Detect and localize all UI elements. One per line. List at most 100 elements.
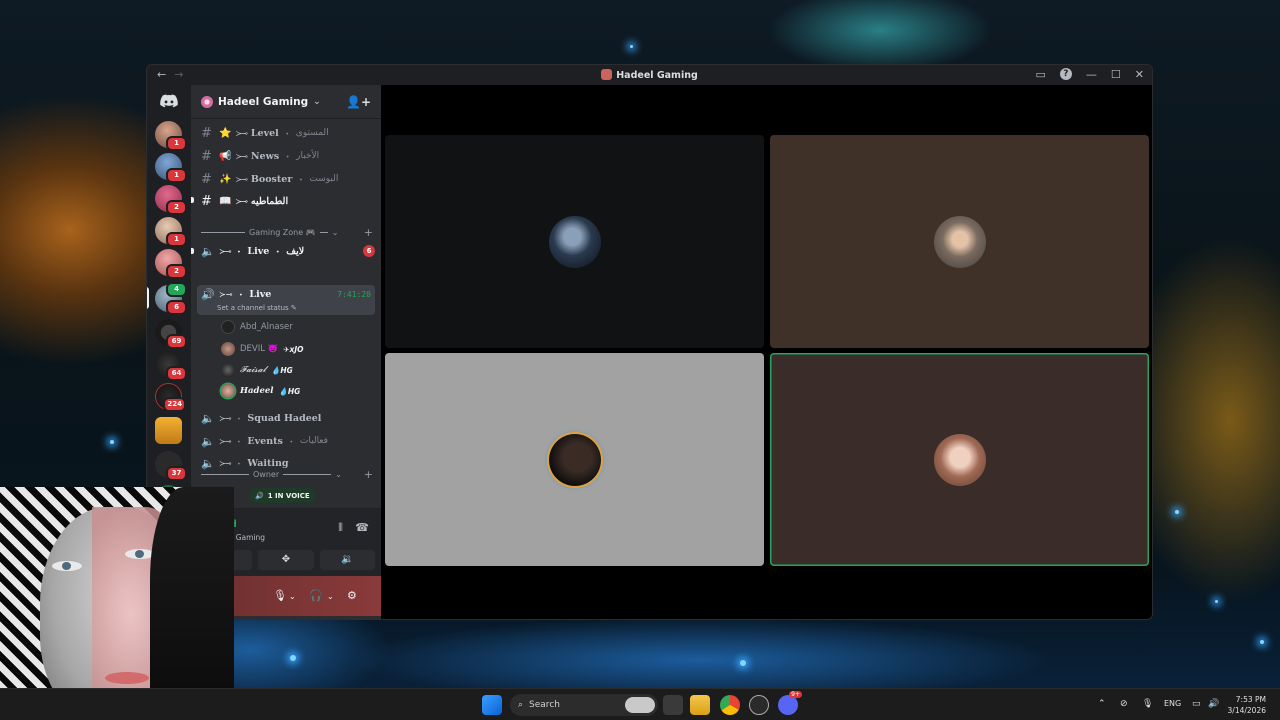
clock[interactable]: 7:53 PM 3/14/2026 [1228, 694, 1266, 716]
inbox-icon[interactable]: ▭ [1036, 68, 1046, 81]
steam-icon[interactable] [749, 695, 769, 715]
server-header[interactable]: Hadeel Gaming ⌄ 👤+ [191, 85, 381, 119]
server-icon[interactable]: 69 [155, 319, 187, 349]
server-icon[interactable]: 2 [155, 249, 187, 279]
headphones-icon[interactable]: 🎧 [309, 589, 323, 602]
server-icon[interactable]: 37 [155, 451, 187, 481]
noise-suppression-icon[interactable]: ⦀ [338, 521, 343, 535]
arrow-decoration: ≻⊸ [235, 151, 247, 161]
bg-glow [1260, 640, 1264, 644]
speaker-icon: 🔊 [255, 491, 264, 500]
task-view-icon[interactable] [663, 695, 683, 715]
chevron-down-icon[interactable]: ⌄ [289, 592, 296, 601]
chevron-up-icon[interactable]: ⌃ [1098, 699, 1106, 709]
text-channel[interactable]: # ✨ ≻⊸ Booster ・ البوست [197, 169, 375, 189]
speaker-icon: 🔈 [201, 411, 215, 425]
hash-icon: # [201, 148, 212, 164]
invite-people-icon[interactable]: 👤+ [346, 95, 371, 109]
file-explorer-icon[interactable] [690, 695, 710, 715]
help-icon[interactable]: ? [1059, 68, 1072, 80]
add-channel-icon[interactable]: + [364, 468, 373, 481]
voice-member[interactable]: 𝓕𝓪𝓲𝓼𝓪𝓵 💧HG [221, 361, 293, 379]
avatar [548, 215, 601, 268]
unread-badge: 2 [166, 264, 187, 279]
server-icon[interactable]: 64 [155, 351, 187, 381]
hash-icon: # [201, 193, 212, 209]
unread-badge: 1 [166, 136, 187, 151]
title-bar: ← → Hadeel Gaming ▭ ? — ☐ ✕ [147, 65, 1152, 85]
speaker-icon: 🔈 [201, 244, 215, 258]
add-channel-icon[interactable]: + [364, 226, 373, 239]
unread-badge: 1 [166, 232, 187, 247]
voice-stage [381, 85, 1152, 619]
chevron-down-icon[interactable]: ⌄ [327, 592, 334, 601]
category-owner[interactable]: Owner ⌄ + [201, 467, 373, 481]
category-label: Gaming Zone 🎮 [249, 227, 316, 237]
pencil-icon: ✎ [290, 304, 297, 312]
text-channel[interactable]: # 📢 ≻⊸ News ・ الأخبار [197, 146, 375, 166]
bg-glow [630, 45, 633, 48]
disconnect-icon[interactable]: ☎ [355, 521, 369, 534]
lips [105, 672, 149, 684]
participant-tile[interactable] [385, 353, 764, 566]
in-voice-pill[interactable]: 🔊 1 IN VOICE [249, 488, 316, 503]
server-icon[interactable]: 4 6 [155, 282, 187, 315]
voice-channel-squad[interactable]: 🔈 ≻⊸ ・ Squad Hadeel [197, 408, 375, 428]
voice-member[interactable]: Abd_Alnaser [221, 318, 293, 336]
unread-badge: 6 [166, 300, 187, 315]
monitor-icon[interactable]: ▭ [1192, 699, 1201, 709]
participant-tile[interactable] [770, 135, 1149, 348]
network-off-icon[interactable]: ⊘ [1120, 699, 1128, 709]
arrow-decoration: ≻⊸ [219, 436, 231, 446]
settings-gear-icon[interactable]: ⚙ [347, 589, 357, 602]
text-channel[interactable]: # 📖 ≻⊸ الطماطيه [197, 191, 375, 211]
server-icon[interactable]: 1 [155, 217, 187, 247]
chevron-down-icon: ⌄ [335, 469, 342, 479]
close-icon[interactable]: ✕ [1135, 68, 1144, 81]
windows-start-icon[interactable] [482, 695, 502, 715]
call-timer: 7:41:20 [337, 290, 371, 299]
search-box[interactable]: ⌕ Search [510, 694, 658, 716]
server-icon[interactable]: 1 [155, 153, 187, 183]
server-icon[interactable]: 224 [155, 383, 186, 412]
voice-channel-live-2[interactable]: 🔊 ≻⊸ ・ Live 7:41:20 Set a channel status… [197, 285, 375, 315]
speaker-active-icon: 🔊 [201, 288, 215, 301]
voice-member[interactable]: 𝑯𝒂𝒅𝒆𝒆𝒍 💧HG [221, 382, 300, 400]
language-indicator[interactable]: ENG [1164, 699, 1181, 708]
voice-channel-events[interactable]: 🔈 ≻⊸ ・ Events ・ فعاليات [197, 431, 375, 451]
server-icon[interactable]: 1 [155, 121, 187, 151]
volume-icon[interactable]: 🔊 [1208, 699, 1219, 709]
camera-overlay-image [0, 487, 234, 720]
unread-indicator [191, 197, 194, 203]
voice-channel-live-1[interactable]: 🔈 ≻⊸ ・ Live ・ لايف 6 [197, 241, 375, 261]
hood [150, 487, 234, 720]
microphone-icon[interactable]: 🎙 [1142, 699, 1153, 709]
discord-logo-icon[interactable] [159, 94, 179, 108]
minimize-icon[interactable]: — [1086, 68, 1097, 81]
avatar [933, 433, 986, 486]
server-icon [601, 69, 613, 80]
hash-icon: # [201, 125, 212, 141]
chrome-icon[interactable] [720, 695, 740, 715]
window-controls: ▭ ? — ☐ ✕ [1036, 68, 1144, 81]
server-icon [201, 95, 213, 108]
avatar [933, 215, 986, 268]
channel-status[interactable]: Set a channel status ✎ [217, 304, 297, 312]
voice-badge: 4 [166, 282, 187, 297]
microphone-icon[interactable]: 🎙 [273, 589, 287, 602]
text-channel[interactable]: # ⭐ ≻⊸ Level ・ المستوى [197, 123, 375, 143]
maximize-icon[interactable]: ☐ [1111, 68, 1121, 81]
unread-badge: 2 [166, 200, 187, 215]
soundboard-icon[interactable]: 🔉 [319, 550, 375, 570]
category-gaming-zone[interactable]: Gaming Zone 🎮 ⌄ + [201, 225, 373, 239]
server-icon[interactable] [155, 417, 182, 444]
server-icon[interactable]: 2 [155, 185, 187, 215]
participant-tile-speaking[interactable] [770, 353, 1149, 566]
activities-icon[interactable]: ✥ [258, 550, 314, 570]
server-name: Hadeel Gaming [218, 95, 309, 108]
discord-icon[interactable]: 9+ [778, 691, 802, 715]
mention-badge: 6 [363, 245, 375, 257]
participant-tile[interactable] [385, 135, 764, 348]
voice-member[interactable]: DEVIL 👿 ✈xJO [221, 340, 304, 358]
selected-server-pill [147, 287, 149, 309]
